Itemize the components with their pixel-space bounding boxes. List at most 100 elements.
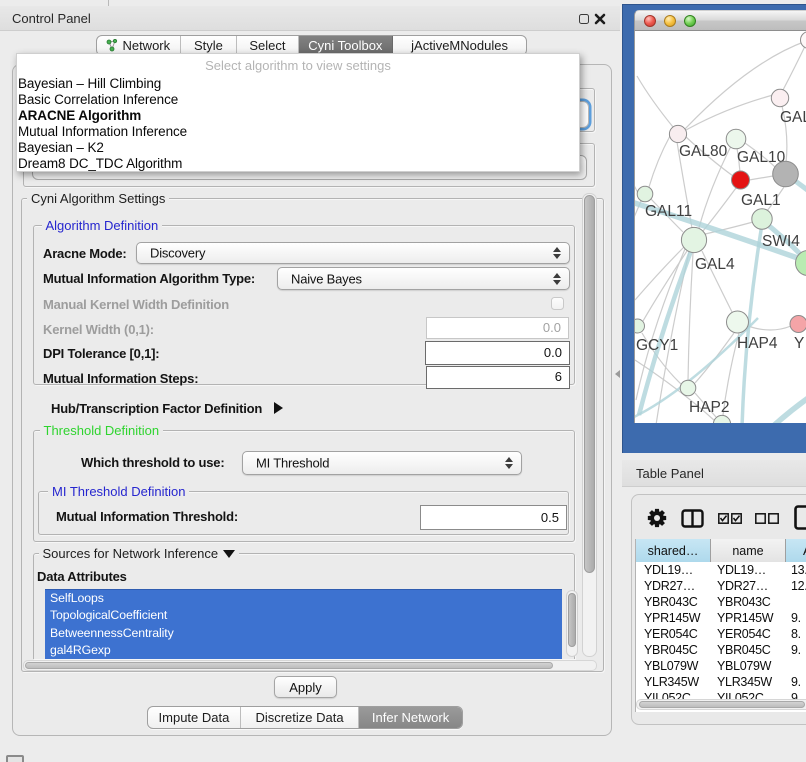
kernel-width-field[interactable]: 0.0 bbox=[426, 317, 569, 339]
table-horizontal-scrollbar[interactable] bbox=[636, 699, 806, 710]
table-cell: 9. bbox=[791, 610, 801, 626]
algorithm-option[interactable]: Mutual Information Inference bbox=[17, 124, 579, 140]
network-edge[interactable] bbox=[637, 76, 673, 127]
network-edge[interactable] bbox=[688, 253, 693, 381]
which-threshold-combobox[interactable]: MI Threshold bbox=[242, 451, 522, 475]
settings-horizontal-scrollbar[interactable] bbox=[23, 660, 597, 671]
close-traffic-light-icon[interactable] bbox=[644, 15, 656, 27]
table-row[interactable]: YLR345WYLR345W9. bbox=[636, 674, 806, 690]
table-cell: YPR145W bbox=[717, 610, 773, 626]
node-table[interactable]: shared…nameAYDL19…YDL19…13.YDR27…YDR27…1… bbox=[635, 539, 806, 712]
network-node-gal4[interactable] bbox=[681, 227, 706, 252]
network-node-label: GAL4 bbox=[695, 256, 735, 273]
split-divider-arrow-icon[interactable] bbox=[615, 370, 620, 378]
settings-group-title: Cyni Algorithm Settings bbox=[27, 191, 169, 206]
float-window-icon[interactable] bbox=[579, 14, 589, 24]
attribute-list-item[interactable]: gal4RGexp bbox=[45, 642, 562, 659]
table-cell: YBR043C bbox=[717, 594, 771, 610]
expand-arrow-icon[interactable] bbox=[274, 402, 283, 414]
attribute-list-item[interactable]: BetweennessCentrality bbox=[45, 625, 562, 642]
tab-label: Discretize Data bbox=[255, 710, 343, 725]
dpi-tolerance-label: DPI Tolerance [0,1]: bbox=[43, 346, 159, 361]
network-view-canvas[interactable]: GAL2GAL80GAL10GAL1GAL11SWI4GAL4GCY1HAP4Y… bbox=[634, 31, 806, 423]
table-row[interactable]: YBL079WYBL079W bbox=[636, 658, 806, 674]
table-row[interactable]: YER054CYER054C8. bbox=[636, 626, 806, 642]
table-cell: YBR045C bbox=[717, 642, 771, 658]
split-columns-icon[interactable] bbox=[681, 509, 704, 528]
deselect-all-checks-icon[interactable] bbox=[755, 513, 779, 524]
network-edge[interactable] bbox=[649, 136, 670, 187]
column-header-A[interactable]: A bbox=[786, 539, 806, 562]
network-node-hap4[interactable] bbox=[727, 311, 749, 333]
tab-impute-data[interactable]: Impute Data bbox=[148, 707, 241, 728]
table-cell: YBR043C bbox=[644, 594, 698, 610]
data-attributes-list[interactable]: SelfLoopsTopologicalCoefficientBetweenne… bbox=[45, 589, 562, 659]
zoom-traffic-light-icon[interactable] bbox=[684, 15, 696, 27]
network-node-y[interactable] bbox=[790, 316, 806, 333]
close-icon[interactable] bbox=[594, 13, 606, 25]
aracne-mode-combobox[interactable]: Discovery bbox=[136, 242, 570, 264]
table-row[interactable]: YBR043C YBR043C bbox=[636, 594, 806, 610]
table-row[interactable]: YDL19…YDL19…13. bbox=[636, 562, 806, 578]
list-vertical-scrollbar[interactable] bbox=[566, 590, 578, 657]
attribute-list-item[interactable]: SelfLoops bbox=[45, 590, 562, 607]
table-cell: YLR345W bbox=[717, 674, 772, 690]
table-row[interactable]: YBR045CYBR045C9. bbox=[636, 642, 806, 658]
apply-button[interactable]: Apply bbox=[274, 676, 337, 698]
settings-vertical-scrollbar[interactable] bbox=[582, 193, 597, 657]
minimize-traffic-light-icon[interactable] bbox=[664, 15, 676, 27]
tab-infer-network[interactable]: Infer Network bbox=[359, 707, 462, 728]
network-node-gal10[interactable] bbox=[726, 129, 746, 149]
network-node[interactable] bbox=[801, 32, 806, 49]
gear-icon[interactable] bbox=[647, 508, 667, 528]
algorithm-option[interactable]: Bayesian – Hill Climbing bbox=[17, 76, 579, 92]
network-edge[interactable] bbox=[748, 326, 791, 330]
column-header-name[interactable]: name bbox=[711, 539, 786, 562]
kernel-width-label: Kernel Width (0,1): bbox=[43, 322, 154, 337]
network-node-gcy1[interactable] bbox=[635, 319, 645, 333]
algorithm-option[interactable]: ARACNE Algorithm bbox=[17, 108, 579, 124]
network-edge[interactable] bbox=[635, 168, 638, 193]
dpi-tolerance-field[interactable]: 0.0 bbox=[425, 341, 570, 365]
select-all-checks-icon[interactable] bbox=[718, 513, 742, 524]
tab-discretize-data[interactable]: Discretize Data bbox=[241, 707, 359, 728]
network-node[interactable] bbox=[773, 161, 799, 187]
algorithm-option[interactable]: Basic Correlation Inference bbox=[17, 92, 579, 108]
document-icon[interactable] bbox=[794, 505, 806, 531]
mi-type-combobox[interactable]: Naive Bayes bbox=[277, 267, 570, 290]
network-node-gal11[interactable] bbox=[637, 186, 653, 202]
algorithm-definition-title: Algorithm Definition bbox=[42, 218, 163, 233]
collapsed-panel-icon[interactable] bbox=[6, 755, 24, 762]
table-cell: YPR145W bbox=[644, 610, 700, 626]
algorithm-popup-prompt: Select algorithm to view settings bbox=[17, 54, 579, 76]
network-node-label: SWI4 bbox=[762, 233, 800, 250]
tab-label: Impute Data bbox=[159, 710, 230, 725]
network-node-gal1[interactable] bbox=[732, 171, 750, 189]
mi-threshold-field[interactable]: 0.5 bbox=[420, 505, 567, 530]
table-panel-title: Table Panel bbox=[636, 466, 704, 481]
network-node-swi4[interactable] bbox=[752, 209, 772, 229]
mi-threshold-label: Mutual Information Threshold: bbox=[56, 509, 238, 524]
network-node-label: GAL2 bbox=[780, 109, 806, 126]
column-header-shared…[interactable]: shared… bbox=[636, 539, 711, 562]
table-row[interactable]: YPR145W YPR145W 9. bbox=[636, 610, 806, 626]
algorithm-option[interactable]: Dream8 DC_TDC Algorithm bbox=[17, 156, 579, 172]
mi-steps-label: Mutual Information Steps: bbox=[43, 371, 198, 386]
collapse-arrow-icon[interactable] bbox=[223, 550, 235, 558]
network-node-gal80[interactable] bbox=[669, 125, 686, 142]
mi-steps-field[interactable]: 6 bbox=[426, 366, 570, 389]
apply-button-label: Apply bbox=[289, 680, 322, 695]
network-window-titlebar[interactable] bbox=[634, 10, 806, 31]
table-cell: YER054C bbox=[644, 626, 698, 642]
algorithm-option[interactable]: Bayesian – K2 bbox=[17, 140, 579, 156]
network-edge[interactable] bbox=[686, 95, 773, 130]
network-edge[interactable] bbox=[749, 176, 773, 180]
network-edge[interactable] bbox=[771, 396, 806, 423]
network-node-hap2[interactable] bbox=[680, 380, 696, 396]
aracne-mode-label: Aracne Mode: bbox=[43, 246, 127, 261]
manual-kernel-checkbox[interactable] bbox=[551, 297, 564, 310]
network-node-gal2[interactable] bbox=[771, 89, 788, 106]
attribute-list-item[interactable]: TopologicalCoefficient bbox=[45, 607, 562, 624]
table-row[interactable]: YDR27…YDR27…12. bbox=[636, 578, 806, 594]
stepper-arrows-icon bbox=[553, 247, 561, 259]
